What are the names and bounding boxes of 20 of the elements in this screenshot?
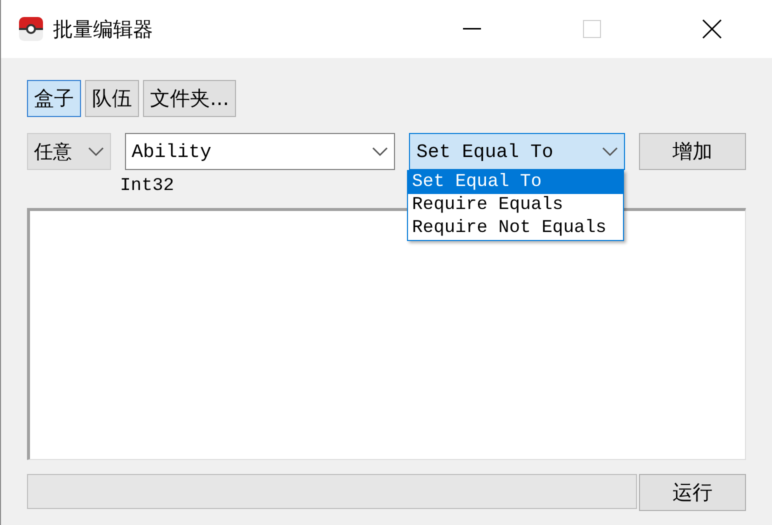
maximize-icon [583, 20, 601, 38]
tab[interactable]: 队伍 [85, 80, 139, 117]
tab[interactable]: 盒子 [27, 80, 81, 117]
chevron-down-icon [88, 146, 104, 156]
close-icon [702, 19, 722, 39]
dropdown-option[interactable]: Set Equal To [408, 171, 623, 194]
mode-dropdown[interactable]: 任意 [27, 133, 111, 170]
minimize-icon [463, 28, 481, 30]
chevron-down-icon [372, 146, 388, 156]
window-title: 批量编辑器 [53, 16, 154, 42]
operation-dropdown[interactable]: Set Equal To [409, 133, 626, 170]
dropdown-option[interactable]: Require Not Equals [408, 217, 623, 240]
add-button[interactable]: 增加 [639, 133, 746, 170]
type-label: Int32 [120, 176, 174, 196]
property-dropdown[interactable]: Ability [124, 133, 396, 170]
dropdown-option[interactable]: Require Equals [408, 194, 623, 217]
run-button[interactable]: 运行 [639, 474, 746, 511]
chevron-down-icon [602, 146, 618, 156]
pokeball-icon [19, 17, 43, 41]
tab[interactable]: 文件夹... [143, 80, 236, 117]
